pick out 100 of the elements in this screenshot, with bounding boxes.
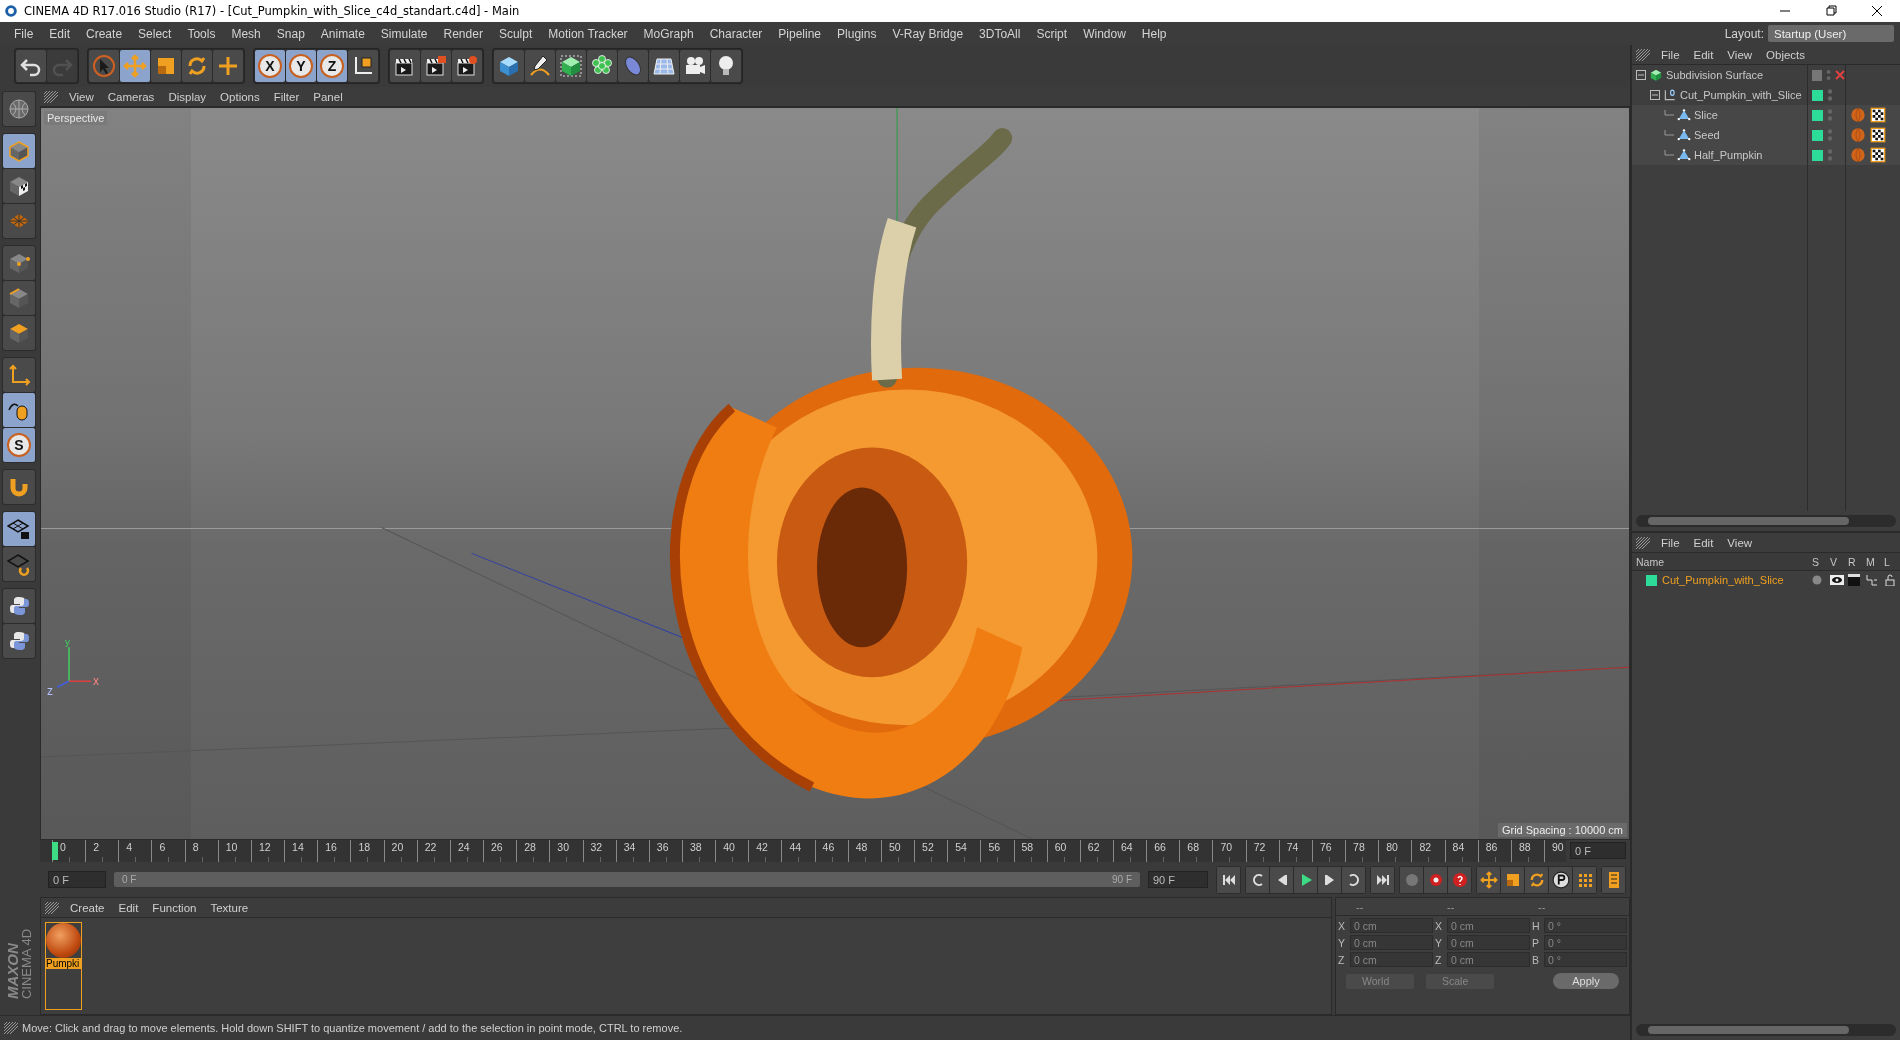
tool-button[interactable] <box>556 50 586 82</box>
menu-item[interactable]: Simulate <box>372 24 436 43</box>
menu-item[interactable]: Function <box>145 901 204 914</box>
visibility-dots-icon[interactable] <box>1827 148 1833 162</box>
menu-item[interactable]: Render <box>435 24 491 43</box>
tool-button[interactable] <box>390 50 420 82</box>
menu-item[interactable]: Pipeline <box>770 24 830 43</box>
menu-item[interactable]: Animate <box>312 24 373 43</box>
menu-item[interactable]: Filter <box>266 90 307 103</box>
menu-item[interactable]: MoGraph <box>635 24 702 43</box>
layer-swatch[interactable] <box>1812 89 1823 101</box>
layer-swatch[interactable] <box>1812 129 1823 141</box>
object-name[interactable]: Cut_Pumpkin_with_Slice <box>1680 89 1802 101</box>
menu-item[interactable]: Motion Tracker <box>540 24 636 43</box>
visibility-dots-icon[interactable] <box>1825 68 1831 82</box>
menu-item[interactable]: File <box>6 24 42 43</box>
tool-button[interactable] <box>3 512 35 546</box>
layout-dropdown[interactable]: Startup (User) <box>1768 25 1894 42</box>
frame-field[interactable]: 0 F <box>48 871 106 888</box>
menu-item[interactable]: 3DToAll <box>971 24 1029 43</box>
menu-item[interactable]: Options <box>213 90 267 103</box>
hierarchy-icon[interactable] <box>1866 574 1878 586</box>
tool-button[interactable] <box>680 50 710 82</box>
menu-item[interactable]: Display <box>161 90 214 103</box>
layer-swatch[interactable] <box>1646 574 1657 586</box>
previous-frame-button[interactable] <box>1270 866 1293 893</box>
axis-toggle-button[interactable]: Y <box>286 50 316 82</box>
tool-button[interactable] <box>348 50 378 82</box>
tool-button[interactable] <box>3 589 35 623</box>
axis-toggle-button[interactable]: X <box>255 50 285 82</box>
scale-key-button[interactable] <box>1501 866 1524 893</box>
tool-button[interactable] <box>525 50 555 82</box>
material-item[interactable]: Pumpki <box>45 922 82 1010</box>
solo-button[interactable]: S <box>3 428 35 462</box>
menu-item[interactable]: View <box>1720 536 1760 549</box>
rotate-key-button[interactable] <box>1525 866 1548 893</box>
coordinate-field[interactable]: 0 ° <box>1544 952 1627 967</box>
menu-item[interactable]: Select <box>130 24 180 43</box>
tool-button[interactable] <box>421 50 451 82</box>
tool-button[interactable] <box>587 50 617 82</box>
tool-button[interactable] <box>711 50 741 82</box>
autokey-button[interactable] <box>1448 866 1471 893</box>
visibility-dots-icon[interactable] <box>1827 88 1833 102</box>
next-key-button[interactable] <box>1342 866 1365 893</box>
viewport[interactable]: Perspective y z x Grid Spacing : 10000 cm <box>40 107 1630 840</box>
parameter-key-button[interactable] <box>1549 866 1572 893</box>
tool-button[interactable] <box>494 50 524 82</box>
coordinate-field[interactable]: 0 cm <box>1350 952 1433 967</box>
layer-swatch[interactable] <box>1812 149 1823 161</box>
scrollbar[interactable] <box>1636 515 1896 527</box>
menu-item[interactable]: V-Ray Bridge <box>884 24 972 43</box>
coordinate-field[interactable]: 0 cm <box>1350 918 1433 933</box>
menu-item[interactable]: Help <box>1133 24 1175 43</box>
coordinate-field[interactable]: 0 ° <box>1544 918 1627 933</box>
menu-item[interactable]: Mesh <box>223 24 269 43</box>
record-button[interactable] <box>1424 866 1447 893</box>
coordinate-field[interactable]: 0 cm <box>1350 935 1433 950</box>
visibility-dots-icon[interactable] <box>1827 128 1833 142</box>
menu-item[interactable]: Edit <box>41 24 79 43</box>
menu-item[interactable]: Objects <box>1759 48 1813 61</box>
axis-toggle-button[interactable]: Z <box>317 50 347 82</box>
menu-item[interactable]: File <box>1654 536 1687 549</box>
layer-swatch[interactable] <box>1812 109 1823 121</box>
tool-button[interactable] <box>3 169 35 203</box>
tool-button[interactable] <box>452 50 482 82</box>
clapperboard-icon[interactable] <box>1848 574 1860 586</box>
object-name[interactable]: Slice <box>1694 109 1718 121</box>
menu-item[interactable]: File <box>1654 48 1687 61</box>
menu-item[interactable]: Create <box>63 901 112 914</box>
tool-button[interactable] <box>649 50 679 82</box>
visibility-dots-icon[interactable] <box>1827 108 1833 122</box>
menu-item[interactable]: Sculpt <box>490 24 541 43</box>
frame-field[interactable]: 90 F <box>1148 871 1208 888</box>
tool-button[interactable] <box>16 50 46 82</box>
coordinate-field[interactable]: 0 ° <box>1544 935 1627 950</box>
timeline-ruler[interactable]: 0 2 4 6 8 10 12 14 16 18 20 22 24 26 28 30 32 34 36 38 40 42 44 46 48 50 52 54 56 58 60 62 64 66 68 70 72 74 76 78 80 82 84 86 88 90 <box>40 840 1566 862</box>
layer-swatch[interactable] <box>1812 69 1822 81</box>
layer-name[interactable]: Cut_Pumpkin_with_Slice <box>1662 574 1784 586</box>
play-button[interactable] <box>1294 866 1317 893</box>
menu-item[interactable]: Edit <box>1686 536 1721 549</box>
frame-field[interactable]: 0 F <box>1570 842 1626 859</box>
menu-item[interactable]: Panel <box>306 90 350 103</box>
point-level-button[interactable] <box>1573 866 1596 893</box>
menu-item[interactable]: Script <box>1028 24 1076 43</box>
go-to-end-button[interactable] <box>1371 866 1394 893</box>
lock-icon[interactable] <box>1884 574 1896 586</box>
tool-button[interactable] <box>3 624 35 658</box>
menu-item[interactable]: Snap <box>268 24 313 43</box>
menu-item[interactable]: Cameras <box>100 90 162 103</box>
menu-item[interactable]: Edit <box>1686 48 1721 61</box>
menu-item[interactable]: Window <box>1075 24 1134 43</box>
menu-item[interactable]: View <box>1720 48 1760 61</box>
scrollbar[interactable] <box>1636 1024 1896 1036</box>
go-to-start-button[interactable] <box>1217 866 1240 893</box>
tool-button[interactable] <box>3 547 35 581</box>
object-name[interactable]: Seed <box>1694 129 1720 141</box>
next-frame-button[interactable] <box>1318 866 1341 893</box>
eye-icon[interactable] <box>1830 573 1844 587</box>
menu-item[interactable]: Edit <box>111 901 146 914</box>
collapse-icon[interactable] <box>1636 70 1646 80</box>
